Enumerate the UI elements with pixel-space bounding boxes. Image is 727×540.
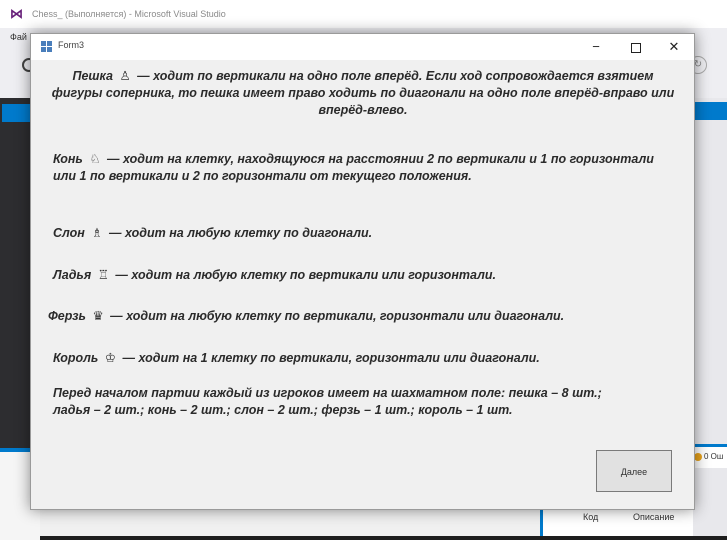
minimize-button[interactable]: −	[576, 34, 616, 60]
maximize-button[interactable]	[616, 34, 656, 60]
knight-icon: ♘	[89, 152, 101, 166]
piece-name-knight: Конь	[53, 152, 83, 166]
next-button[interactable]: Далее	[596, 450, 672, 492]
rule-queen: Ферзь ♛ — ходит на любую клетку по верти…	[48, 308, 688, 325]
form-title: Form3	[58, 40, 85, 50]
piece-name-queen: Ферзь	[48, 309, 86, 323]
vs-right-panel-tab[interactable]	[690, 102, 727, 120]
vs-titlebar: ⋈ Chess_ (Выполняется) - Microsoft Visua…	[0, 0, 727, 28]
rule-pawn: Пешка ♙ — ходит по вертикали на одно пол…	[47, 68, 679, 119]
piece-name-rook: Ладья	[53, 268, 92, 282]
vs-menu-file[interactable]: Фай	[10, 32, 27, 42]
rook-icon: ♖	[97, 268, 109, 282]
form-titlebar: Form3 − ✕	[31, 34, 694, 60]
rule-bishop: Слон ♗ — ходит на любую клетку по диагон…	[53, 225, 673, 242]
error-badge-icon	[694, 452, 702, 461]
king-icon: ♔	[104, 351, 117, 365]
rule-rook-text: — ходит на любую клетку по вертикали или…	[115, 268, 496, 282]
bishop-icon: ♗	[91, 226, 103, 240]
form-app-icon	[41, 41, 53, 52]
rule-bishop-text: — ходит на любую клетку по диагонали.	[109, 226, 373, 240]
vs-right-panel: 0 Ош	[690, 98, 727, 536]
vs-window-title: Chess_ (Выполняется) - Microsoft Visual …	[32, 9, 226, 19]
queen-icon: ♛	[92, 309, 104, 323]
rule-pawn-text: — ходит по вертикали на одно поле вперёд…	[51, 69, 675, 117]
rule-knight-text: — ходит на клетку, находящуюся на рассто…	[53, 152, 654, 183]
piece-name-pawn: Пешка	[72, 69, 113, 83]
rule-queen-text: — ходит на любую клетку по вертикали, го…	[110, 309, 565, 323]
vs-error-count: 0 Ош	[704, 452, 724, 461]
rule-king-text: — ходит на 1 клетку по вертикали, горизо…	[122, 351, 540, 365]
vs-error-list-tab[interactable]: 0 Ош	[690, 444, 727, 468]
piece-name-king: Король	[53, 351, 99, 365]
rule-rook: Ладья ♖ — ходит на любую клетку по верти…	[53, 267, 673, 284]
close-button[interactable]: ✕	[654, 34, 694, 60]
table-column-description[interactable]: Описание	[633, 512, 674, 522]
form3-window: Form3 − ✕ Пешка ♙ — ходит по вертикали н…	[30, 33, 695, 510]
visual-studio-logo-icon: ⋈	[10, 6, 23, 21]
rule-setup: Перед началом партии каждый из игроков и…	[53, 386, 602, 417]
pawn-icon: ♙	[119, 69, 131, 83]
rule-knight: Конь ♘ — ходит на клетку, находящуюся на…	[53, 151, 673, 185]
table-column-code[interactable]: Код	[583, 512, 598, 522]
rule-king: Король ♔ — ходит на 1 клетку по вертикал…	[53, 350, 673, 367]
maximize-icon	[631, 42, 641, 53]
piece-name-bishop: Слон	[53, 226, 85, 240]
